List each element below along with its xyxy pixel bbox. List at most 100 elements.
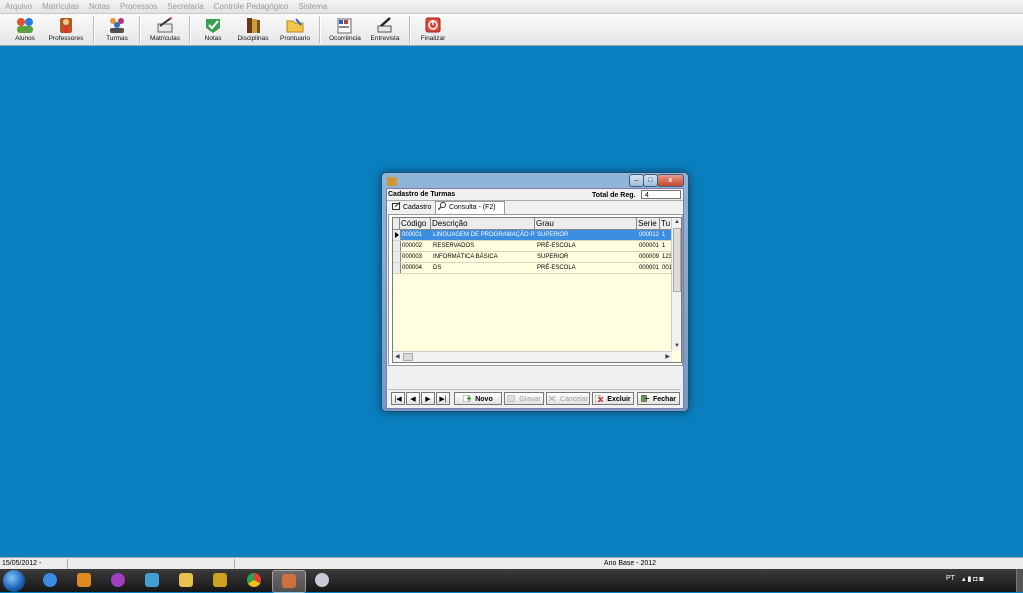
table-row[interactable]: 000003 INFORMÁTICA BÁSICA SUPERIOR 00000… bbox=[393, 252, 672, 263]
excluir-button[interactable]: Excluir bbox=[592, 392, 634, 405]
menu-processos[interactable]: Processos bbox=[115, 0, 162, 13]
cell-grau: PRÉ-ESCOLA bbox=[537, 265, 576, 271]
finalizar-button[interactable]: Finalizar bbox=[415, 14, 451, 45]
vertical-scrollbar[interactable]: ▲ ▼ bbox=[671, 218, 681, 350]
tab-consulta[interactable]: Consulta - (F2) bbox=[435, 201, 505, 215]
interview-icon bbox=[375, 16, 395, 34]
matriculas-button[interactable]: Matrículas bbox=[145, 14, 185, 45]
tab-consulta-label: Consulta - (F2) bbox=[448, 204, 496, 211]
excluir-label: Excluir bbox=[607, 396, 631, 403]
form-title: Cadastro de Turmas bbox=[388, 191, 456, 198]
scroll-up-icon[interactable]: ▲ bbox=[674, 218, 680, 226]
first-record-button[interactable]: |◀ bbox=[391, 392, 405, 405]
turmas-button[interactable]: Turmas bbox=[99, 14, 135, 45]
form-icon bbox=[392, 201, 401, 210]
professores-button[interactable]: Professores bbox=[43, 14, 89, 45]
scroll-left-icon[interactable]: ◀ bbox=[395, 353, 400, 361]
teacher-icon bbox=[56, 16, 76, 34]
taskbar-network-icon[interactable] bbox=[136, 570, 168, 591]
menu-controle-pedagogico[interactable]: Controle Pedagógico bbox=[209, 0, 294, 13]
menu-sistema[interactable]: Sistema bbox=[293, 0, 332, 13]
taskbar-app-icon[interactable] bbox=[102, 570, 134, 591]
table-row[interactable]: 000002 RESERVADOS PRÉ-ESCOLA 000001 1 bbox=[393, 241, 671, 252]
cell-codigo: 000001 bbox=[402, 232, 423, 238]
fechar-label: Fechar bbox=[652, 396, 676, 403]
notas-button[interactable]: Notas bbox=[195, 14, 231, 45]
taskbar-7zip-icon[interactable] bbox=[204, 570, 236, 591]
scroll-right-icon[interactable]: ▶ bbox=[665, 353, 670, 361]
entrevista-button[interactable]: Entrevista bbox=[365, 14, 405, 45]
taskbar: PT ▴ ▮ ◘ ◙ bbox=[0, 569, 1023, 593]
table-row[interactable]: 000001 LINGUAGEM DE PROGRAMAÇÃO PI SUPER… bbox=[393, 230, 671, 241]
toolbar-separator bbox=[189, 16, 191, 43]
start-button-icon[interactable] bbox=[3, 570, 25, 592]
header-divider bbox=[387, 200, 683, 201]
delete-icon bbox=[595, 395, 604, 402]
menu-matriculas[interactable]: Matrículas bbox=[37, 0, 84, 13]
novo-button[interactable]: Novo bbox=[454, 392, 502, 405]
ocorrencia-button[interactable]: Ocorrência bbox=[325, 14, 365, 45]
scroll-down-icon[interactable]: ▼ bbox=[674, 342, 680, 350]
prontuario-button[interactable]: Prontuario bbox=[275, 14, 315, 45]
cell-codigo: 000004 bbox=[402, 265, 423, 271]
cell-grau: SUPERIOR bbox=[537, 232, 569, 238]
cell-serie: 000001 bbox=[639, 243, 660, 249]
consulta-panel: Código Descrição Grau Serie Tu 000001 LI… bbox=[388, 214, 683, 366]
column-serie[interactable]: Serie bbox=[637, 218, 660, 229]
cell-grau: PRÉ-ESCOLA bbox=[537, 243, 576, 249]
disciplinas-button[interactable]: Disciplinas bbox=[231, 14, 275, 45]
alunos-button[interactable]: Alunos bbox=[7, 14, 43, 45]
tab-cadastro-label: Cadastro bbox=[402, 204, 432, 211]
toolbar-separator bbox=[139, 16, 141, 43]
menu-arquivo[interactable]: Arquivo bbox=[0, 0, 37, 13]
enrollment-icon bbox=[155, 16, 175, 34]
show-desktop-button[interactable] bbox=[1016, 569, 1023, 592]
last-record-button[interactable]: ▶| bbox=[436, 392, 450, 405]
column-grau[interactable]: Grau bbox=[535, 218, 637, 229]
folder-icon bbox=[285, 16, 305, 34]
toolbar-separator bbox=[409, 16, 411, 43]
horizontal-scroll-thumb[interactable] bbox=[403, 353, 413, 361]
taskbar-paint-icon[interactable] bbox=[306, 570, 338, 591]
gravar-button[interactable]: Gravar bbox=[504, 392, 544, 405]
maximize-button[interactable]: □ bbox=[643, 174, 658, 187]
tray-icons[interactable]: ▴ ▮ ◘ ◙ bbox=[962, 575, 984, 583]
tray-language[interactable]: PT bbox=[946, 575, 955, 582]
cell-descricao: DS bbox=[433, 265, 442, 271]
total-count-field: 4 bbox=[641, 190, 681, 199]
save-icon bbox=[507, 395, 516, 402]
cell-codigo: 000003 bbox=[402, 254, 423, 260]
class-icon bbox=[107, 16, 127, 34]
total-label: Total de Reg. bbox=[592, 192, 636, 199]
taskbar-school-app-icon[interactable] bbox=[272, 570, 306, 593]
menu-secretaria[interactable]: Secretaria bbox=[162, 0, 208, 13]
menu-notas[interactable]: Notas bbox=[84, 0, 115, 13]
cell-serie: 000001 bbox=[639, 265, 660, 271]
cadastro-turmas-window: – □ x Cadastro de Turmas Total de Reg. 4… bbox=[381, 172, 689, 412]
horizontal-scrollbar[interactable]: ◀ ▶ bbox=[393, 351, 672, 362]
taskbar-chrome-icon[interactable] bbox=[238, 570, 270, 591]
cell-grau: SUPERIOR bbox=[537, 254, 569, 260]
taskbar-explorer-icon[interactable] bbox=[170, 570, 202, 591]
grades-icon bbox=[203, 16, 223, 34]
column-descricao[interactable]: Descrição bbox=[431, 218, 535, 229]
action-bar: |◀ ◀ ▶ ▶| Novo Gravar Cancelar Excluir F… bbox=[388, 389, 681, 407]
column-codigo[interactable]: Código bbox=[400, 218, 431, 229]
minimize-button[interactable]: – bbox=[629, 174, 644, 187]
turmas-grid[interactable]: Código Descrição Grau Serie Tu 000001 LI… bbox=[392, 217, 682, 363]
prev-record-button[interactable]: ◀ bbox=[406, 392, 420, 405]
taskbar-ie-icon[interactable] bbox=[34, 570, 66, 591]
add-record-icon bbox=[463, 395, 472, 402]
power-icon bbox=[423, 16, 443, 34]
cancelar-button[interactable]: Cancelar bbox=[546, 392, 590, 405]
vertical-scroll-thumb[interactable] bbox=[673, 228, 681, 292]
status-ano-base: Ano Base - 2012 bbox=[603, 560, 657, 567]
tab-cadastro[interactable]: Cadastro bbox=[390, 201, 433, 214]
table-row[interactable]: 000004 DS PRÉ-ESCOLA 000001 001 bbox=[393, 263, 672, 274]
close-button[interactable]: x bbox=[657, 174, 684, 187]
fechar-button[interactable]: Fechar bbox=[637, 392, 680, 405]
taskbar-media-player-icon[interactable] bbox=[68, 570, 100, 591]
next-record-button[interactable]: ▶ bbox=[421, 392, 435, 405]
exit-door-icon bbox=[641, 395, 650, 402]
cell-descricao: LINGUAGEM DE PROGRAMAÇÃO PI bbox=[433, 232, 535, 238]
